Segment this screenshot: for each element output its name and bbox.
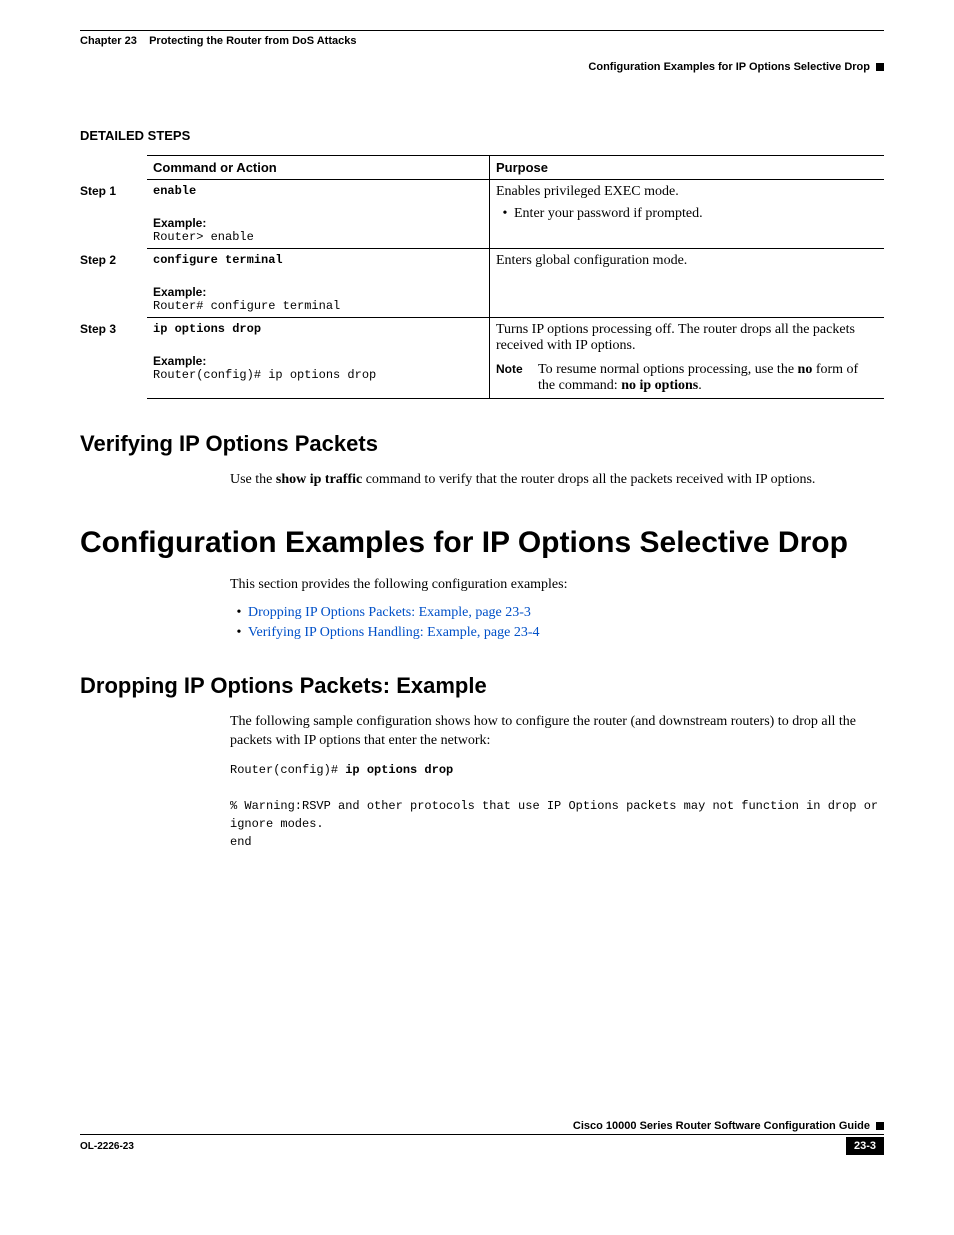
footer-doc-id: OL-2226-23 <box>80 1141 134 1152</box>
header-square-icon <box>876 63 884 71</box>
bullet-icon: • <box>230 625 248 641</box>
footer-square-icon <box>876 1122 884 1130</box>
code-example: Router(config)# ip options drop % Warnin… <box>230 761 884 851</box>
note-text: To resume normal options processing, use… <box>538 362 878 394</box>
config-intro-paragraph: This section provides the following conf… <box>230 576 884 595</box>
detailed-steps-table: Command or Action Purpose Step 1 enable … <box>80 155 884 399</box>
example-label: Example: <box>153 354 483 368</box>
config-examples-heading: Configuration Examples for IP Options Se… <box>80 526 884 560</box>
command-text: ip options drop <box>153 322 483 336</box>
note-label: Note <box>496 362 538 394</box>
link-dropping-example[interactable]: Dropping IP Options Packets: Example, pa… <box>248 605 531 621</box>
page-number: 23-3 <box>846 1137 884 1155</box>
purpose-bullet: Enter your password if prompted. <box>514 206 703 222</box>
purpose-text: Turns IP options processing off. The rou… <box>496 322 878 354</box>
dropping-paragraph: The following sample configuration shows… <box>230 713 884 751</box>
step-label: Step 3 <box>80 318 147 399</box>
bullet-icon: • <box>496 206 514 222</box>
table-header-command: Command or Action <box>147 156 490 180</box>
example-code: Router(config)# ip options drop <box>153 368 483 382</box>
dropping-heading: Dropping IP Options Packets: Example <box>80 673 884 699</box>
step-label: Step 2 <box>80 249 147 318</box>
verify-heading: Verifying IP Options Packets <box>80 431 884 457</box>
example-code: Router> enable <box>153 230 483 244</box>
example-code: Router# configure terminal <box>153 299 483 313</box>
table-header-purpose: Purpose <box>490 156 885 180</box>
chapter-header-left: Chapter 23 Protecting the Router from Do… <box>80 35 356 47</box>
chapter-header-right: Configuration Examples for IP Options Se… <box>588 61 870 73</box>
example-label: Example: <box>153 285 483 299</box>
detailed-steps-heading: DETAILED STEPS <box>80 128 884 143</box>
command-text: enable <box>153 184 483 198</box>
command-text: configure terminal <box>153 253 483 267</box>
link-verifying-example[interactable]: Verifying IP Options Handling: Example, … <box>248 625 539 641</box>
bullet-icon: • <box>230 605 248 621</box>
purpose-text: Enters global configuration mode. <box>496 253 878 269</box>
verify-paragraph: Use the show ip traffic command to verif… <box>230 471 884 490</box>
purpose-text: Enables privileged EXEC mode. <box>496 184 878 200</box>
footer-guide-title: Cisco 10000 Series Router Software Confi… <box>573 1120 870 1132</box>
step-label: Step 1 <box>80 180 147 249</box>
example-label: Example: <box>153 216 483 230</box>
